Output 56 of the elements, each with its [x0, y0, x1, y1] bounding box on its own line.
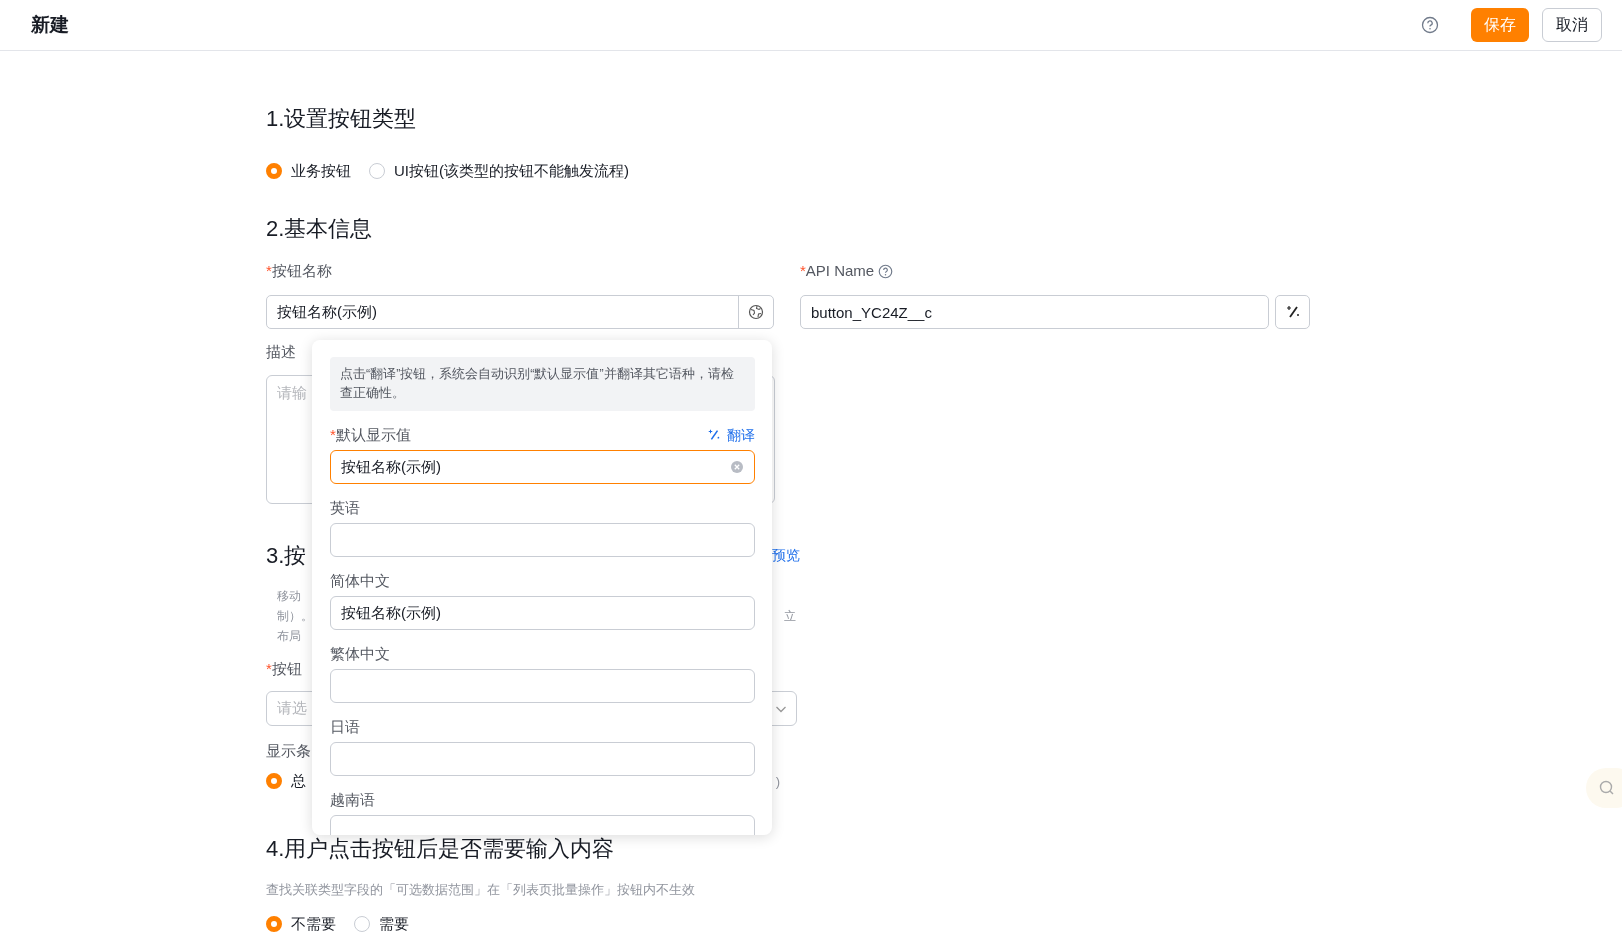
cancel-button[interactable]: 取消: [1542, 8, 1602, 42]
field-label: API Name: [805, 261, 875, 281]
required-mark: *: [266, 261, 272, 281]
description-text: 立: [784, 607, 796, 625]
radio-label: ): [775, 773, 780, 789]
field-label: 描述: [266, 342, 296, 362]
help-icon[interactable]: [1421, 16, 1439, 34]
translation-field[interactable]: 按钮名称(示例): [330, 450, 755, 484]
search-icon: [1598, 779, 1616, 797]
section-title: 4.用户点击按钮后是否需要输入内容: [266, 835, 616, 863]
hint-text: 查找关联类型字段的「可选数据范围」在「列表页批量操作」按钮内不生效: [266, 881, 696, 899]
radio-button[interactable]: [266, 916, 282, 932]
info-text: 点击“翻译”按钮，系统会自动识别“默认显示值”并翻译其它语种，请检查正确性。: [330, 357, 755, 411]
section-title: 2.基本信息: [266, 215, 374, 243]
field-label: 越南语: [330, 790, 375, 810]
help-icon[interactable]: [878, 263, 894, 279]
translation-field[interactable]: 按钮名称(示例): [330, 596, 755, 630]
field-label: 英语: [330, 498, 360, 518]
name-field[interactable]: 按钮名称(示例): [266, 295, 774, 329]
magic-wand-icon: [707, 428, 721, 442]
radio-label: 不需要: [291, 914, 336, 934]
radio-label: UI按钮(该类型的按钮不能触发流程): [394, 161, 629, 181]
radio-button[interactable]: [266, 773, 282, 789]
required-mark: *: [266, 659, 272, 679]
magic-wand-icon: [1284, 304, 1301, 320]
field-label: 默认显示值: [335, 425, 411, 445]
translation-field[interactable]: [330, 742, 755, 776]
required-mark: *: [330, 425, 336, 445]
radio-button[interactable]: [369, 163, 385, 179]
clear-icon[interactable]: [730, 460, 744, 474]
translation-field[interactable]: [330, 669, 755, 703]
field-label: 按钮: [271, 659, 302, 679]
radio-label: 总: [291, 771, 306, 791]
generate-button[interactable]: [1275, 295, 1310, 329]
required-mark: *: [800, 261, 806, 281]
api-name-field[interactable]: button_YC24Z__c: [800, 295, 1270, 329]
preview-link[interactable]: 预览: [772, 547, 800, 565]
field-label: 显示条: [266, 741, 311, 761]
description-text: 制）。: [277, 607, 313, 625]
field-label: 繁体中文: [330, 644, 390, 664]
translate-link[interactable]: 翻译: [707, 425, 755, 445]
globe-icon: [748, 304, 764, 320]
field-label: 日语: [330, 717, 360, 737]
radio-button[interactable]: [354, 916, 370, 932]
radio-label: 需要: [379, 914, 409, 934]
radio-label: 业务按钮: [291, 161, 351, 181]
search-button[interactable]: [1586, 768, 1622, 808]
section-title: 1.设置按钮类型: [266, 105, 418, 133]
radio-button[interactable]: [266, 163, 282, 179]
description-text: 布局: [277, 627, 301, 645]
section-title: 3.按: [266, 542, 307, 570]
page-title: 新建: [31, 13, 69, 37]
field-label: 简体中文: [330, 571, 390, 591]
field-label: 按钮名称: [271, 261, 332, 281]
translation-field[interactable]: [330, 523, 755, 557]
description-text: 移动: [277, 587, 301, 605]
